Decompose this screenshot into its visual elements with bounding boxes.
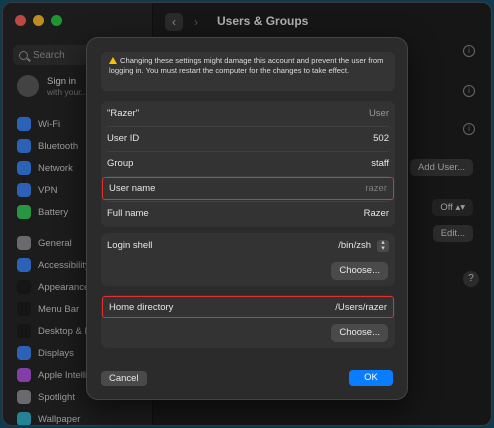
warning-icon (109, 57, 117, 64)
account-type-value: User (368, 108, 389, 119)
user-id-row: User ID 502 (101, 126, 395, 151)
user-name-field[interactable]: razer (365, 183, 387, 194)
home-directory-group: Home directory /Users/razer Choose... (101, 295, 395, 348)
login-shell-label: Login shell (107, 240, 153, 251)
group-row: Group staff (101, 151, 395, 176)
advanced-options-dialog: Changing these settings might damage thi… (86, 37, 408, 400)
user-name-row: User name razer (102, 177, 394, 200)
cancel-button[interactable]: Cancel (101, 371, 147, 386)
login-shell-value: /bin/zsh (338, 240, 371, 251)
home-directory-field[interactable]: /Users/razer (335, 302, 387, 313)
full-name-row: Full name Razer (101, 201, 395, 226)
group-field[interactable]: staff (371, 158, 389, 169)
warning-message: Changing these settings might damage thi… (101, 52, 395, 91)
user-id-field[interactable]: 502 (373, 133, 389, 144)
user-id-label: User ID (107, 133, 140, 144)
home-directory-row: Home directory /Users/razer (102, 296, 394, 318)
account-row: "Razer" User (101, 101, 395, 126)
full-name-field[interactable]: Razer (364, 208, 389, 219)
user-name-label: User name (109, 183, 156, 194)
login-shell-popup[interactable]: /bin/zsh ▴ ▾ (338, 239, 389, 252)
account-info-group: "Razer" User User ID 502 Group staff Use… (101, 101, 395, 227)
login-shell-group: Login shell /bin/zsh ▴ ▾ Choose... (101, 233, 395, 286)
account-label: "Razer" (107, 108, 140, 119)
home-directory-label: Home directory (109, 301, 174, 313)
warning-text: Changing these settings might damage thi… (109, 56, 384, 75)
login-shell-row: Login shell /bin/zsh ▴ ▾ (101, 233, 395, 258)
full-name-label: Full name (107, 208, 149, 219)
chevron-updown-icon: ▴▾ (377, 239, 389, 252)
choose-home-directory-button[interactable]: Choose... (331, 324, 388, 342)
ok-button[interactable]: OK (349, 370, 393, 386)
group-label: Group (107, 158, 134, 169)
choose-login-shell-button[interactable]: Choose... (331, 262, 388, 280)
